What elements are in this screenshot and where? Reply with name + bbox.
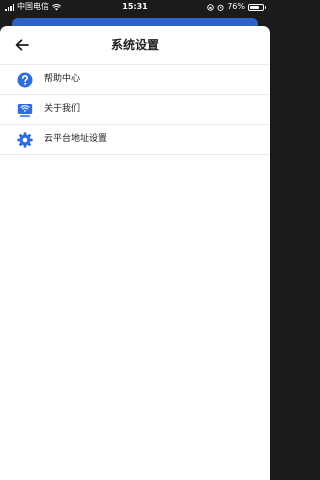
- settings-sheet: 系统设置 帮助中心 关于我们 云平台地址设置: [0, 26, 270, 480]
- battery-tip: [264, 6, 266, 9]
- help-circle-icon: [17, 72, 33, 88]
- battery-icon: [248, 3, 266, 11]
- menu-item-help-center[interactable]: 帮助中心: [0, 65, 270, 95]
- battery-percent: 76%: [227, 2, 245, 11]
- status-bar: 中国电信 15:31 76%: [0, 0, 270, 14]
- navigation-bar: 系统设置: [0, 26, 270, 65]
- menu-item-label: 关于我们: [44, 104, 81, 114]
- menu-item-about-us[interactable]: 关于我们: [0, 95, 270, 125]
- about-monitor-icon: [17, 104, 33, 117]
- battery-fill: [250, 5, 260, 9]
- menu-item-cloud-platform-address[interactable]: 云平台地址设置: [0, 125, 270, 155]
- menu-item-label: 帮助中心: [44, 74, 81, 84]
- alarm-icon: [217, 4, 224, 11]
- menu-item-label: 云平台地址设置: [44, 134, 108, 144]
- rotation-lock-icon: [207, 3, 214, 11]
- screen: 中国电信 15:31 76% 系统设置 帮助中心 关于我们 云平台地址设置: [0, 0, 270, 480]
- status-right: 76%: [207, 0, 266, 14]
- gear-icon: [17, 132, 33, 148]
- page-title: 系统设置: [110, 38, 159, 52]
